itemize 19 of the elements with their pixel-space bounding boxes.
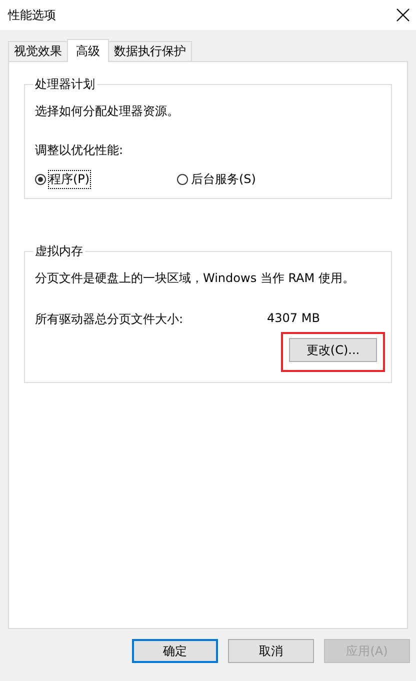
tab[interactable]: 数据执行保护 <box>108 41 192 61</box>
close-icon[interactable] <box>396 8 410 22</box>
description-text: 分页文件是硬盘上的一块区域，Windows 当作 RAM 使用。 <box>35 270 356 287</box>
radio-label[interactable]: 后台服务(S) <box>191 171 256 188</box>
radio-button[interactable] <box>177 174 188 185</box>
size-value: 4307 MB <box>267 311 320 327</box>
ok-button[interactable]: 确定 <box>132 639 218 663</box>
tab[interactable]: 高级 <box>67 39 109 62</box>
description-text: 选择如何分配处理器资源。 <box>35 103 180 120</box>
window-title: 性能选项 <box>8 6 56 24</box>
group-title: 处理器计划 <box>34 76 96 93</box>
size-label: 所有驱动器总分页文件大小: <box>35 311 184 328</box>
prompt-text: 调整以优化性能: <box>35 142 124 159</box>
cancel-button[interactable]: 取消 <box>228 639 314 663</box>
tab[interactable]: 视觉效果 <box>8 41 68 61</box>
change-button[interactable]: 更改(C)... <box>289 338 377 362</box>
radio-button[interactable] <box>35 174 46 185</box>
radio-label[interactable]: 程序(P) <box>49 171 90 188</box>
group-title: 虚拟内存 <box>34 243 84 260</box>
